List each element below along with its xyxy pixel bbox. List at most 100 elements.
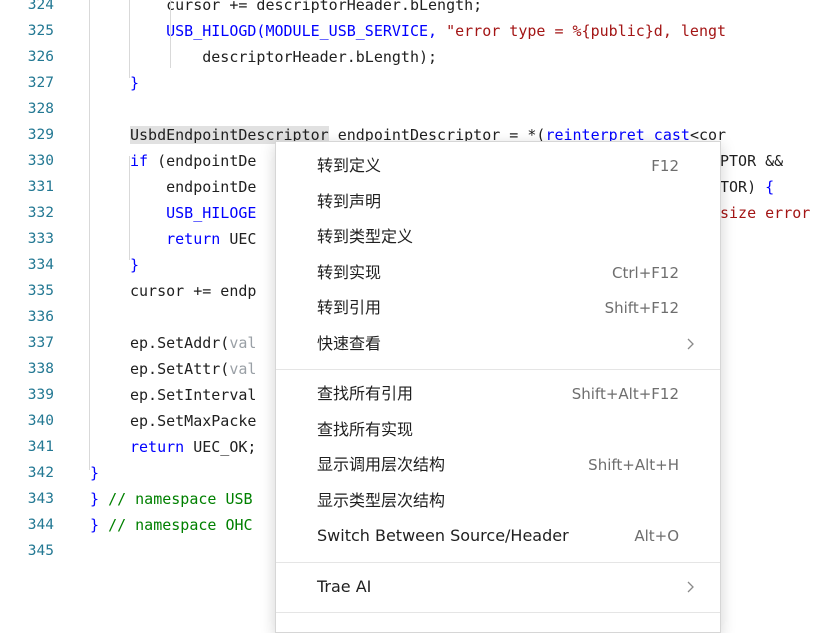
code-text: ep.SetMaxPacke [130, 408, 256, 434]
code-token: ep.SetAddr( [130, 334, 230, 352]
line-number: 344 [27, 517, 54, 533]
code-text: ep.SetAddr(val [130, 330, 256, 356]
code-token: return [130, 438, 185, 456]
context-menu: 转到定义 F12 转到声明转到类型定义 转到实现 Ctrl+F12 转到引用 Shift+F… [275, 141, 721, 633]
code-token: USB_HILOGE [130, 204, 257, 222]
menu-item[interactable]: 转到实现 Ctrl+F12 [276, 256, 720, 290]
code-token: } [130, 74, 140, 92]
line-number: 340 [27, 413, 54, 429]
code-token: cursor += endp [130, 282, 257, 300]
menu-item-shortcut: Alt+O [634, 527, 679, 545]
menu-item[interactable]: 显示类型层次结构 [276, 484, 720, 518]
menu-item[interactable]: 查找所有实现 [276, 413, 720, 447]
code-token: endpointDe [130, 178, 257, 196]
code-token: UEC [220, 230, 257, 248]
code-text: cursor += endp [130, 278, 256, 304]
menu-item-shortcut: Shift+Alt+F12 [571, 385, 679, 403]
menu-item-label: Trae AI [317, 576, 372, 596]
line-number: 328 [27, 101, 54, 117]
menu-item[interactable]: 转到定义 F12 [276, 149, 720, 183]
code-line[interactable]: 327} [0, 70, 820, 96]
code-token: "error type = %{public}d, lengt [446, 22, 727, 40]
line-number: 334 [27, 257, 54, 273]
code-token: } [90, 464, 100, 482]
code-token: val [229, 360, 257, 378]
code-text: USB_HILOGE [130, 200, 256, 226]
menu-separator [276, 561, 720, 563]
menu-item[interactable]: 转到声明 [276, 185, 720, 219]
code-token: return [166, 230, 221, 248]
code-token: TOR) [720, 178, 766, 196]
menu-item-label: 转到类型定义 [317, 227, 414, 246]
menu-item[interactable]: 快速查看 [276, 327, 720, 361]
chevron-right-icon [687, 581, 694, 592]
indent-guide [129, 0, 130, 78]
line-number: 324 [27, 0, 54, 13]
menu-separator [276, 612, 720, 613]
code-token: PTOR && [720, 152, 784, 170]
menu-item-shortcut: Shift+F12 [604, 299, 679, 317]
code-text: if (endpointDe [130, 148, 256, 174]
line-number: 330 [27, 153, 54, 169]
code-text: descriptorHeader.bLength); [130, 44, 437, 70]
code-text: endpointDe [130, 174, 256, 200]
menu-item[interactable]: Switch Between Source/Header Alt+O [276, 519, 720, 553]
menu-item-label: 转到定义 [317, 156, 382, 175]
line-number: 327 [27, 75, 54, 91]
code-line[interactable]: 326 descriptorHeader.bLength); [0, 44, 820, 70]
code-token: descriptorHeader.bLength); [130, 48, 438, 66]
code-line[interactable]: 324 cursor += descriptorHeader.bLength; [0, 0, 820, 18]
code-text: return UEC [130, 226, 256, 252]
code-token: if [130, 152, 149, 170]
line-number: 336 [27, 309, 54, 325]
menu-item[interactable]: 转到引用 Shift+F12 [276, 291, 720, 325]
menu-item-shortcut: F12 [651, 157, 679, 175]
code-text: USB_HILOGD(MODULE_USB_SERVICE, "error ty… [130, 18, 726, 44]
code-line[interactable]: 328 [0, 96, 820, 122]
menu-item-label: 转到实现 [317, 262, 382, 282]
code-text: return UEC_OK; [130, 434, 256, 460]
code-token: ep.SetInterval [130, 386, 257, 404]
code-text: ep.SetInterval [130, 382, 256, 408]
code-text: } // namespace USB [90, 486, 253, 512]
menu-item-shortcut: Ctrl+F12 [612, 263, 679, 282]
indent-guide [170, 0, 171, 68]
indent-guide [89, 0, 90, 470]
code-token: USB_HILOGD(MODULE_USB_SERVICE, [130, 22, 447, 40]
line-number: 343 [27, 491, 54, 507]
code-token: } [130, 256, 140, 274]
code-token: // namespace USB [108, 490, 253, 508]
code-line[interactable]: 325 USB_HILOGD(MODULE_USB_SERVICE, "erro… [0, 18, 820, 44]
code-token: val [229, 334, 257, 352]
menu-item-label: 显示调用层次结构 [317, 455, 446, 474]
menu-item[interactable]: 转到类型定义 [276, 220, 720, 254]
menu-item[interactable]: Trae AI [276, 570, 720, 604]
menu-item-label: 查找所有实现 [317, 419, 414, 439]
line-number: 345 [27, 543, 54, 559]
line-number: 335 [27, 283, 54, 299]
code-token: // namespace OHC [108, 516, 253, 534]
line-number: 325 [27, 23, 54, 39]
menu-item-label: 快速查看 [317, 333, 382, 353]
code-token: ep.SetAttr( [130, 360, 230, 378]
line-number: 333 [27, 231, 54, 247]
code-token: } [90, 490, 109, 508]
code-text: } [130, 252, 139, 278]
code-token: } [90, 516, 109, 534]
chevron-right-icon [687, 338, 694, 349]
menu-separator [276, 369, 720, 370]
line-number: 342 [27, 465, 54, 481]
menu-item-label: 显示类型层次结构 [317, 490, 446, 510]
menu-item-label: 查找所有引用 [317, 384, 414, 403]
menu-item-shortcut: Shift+Alt+H [588, 456, 679, 474]
code-token: { [765, 178, 775, 196]
menu-item[interactable]: 显示调用层次结构 Shift+Alt+H [276, 448, 720, 482]
code-text-fragment: TOR) { [720, 174, 774, 200]
menu-item-label: 转到声明 [317, 191, 382, 211]
code-token: (endpointDe [148, 152, 257, 170]
code-text: } [90, 460, 99, 486]
menu-item[interactable]: 查找所有引用 Shift+Alt+F12 [276, 377, 720, 411]
line-number: 338 [27, 361, 54, 377]
line-number: 337 [27, 335, 54, 351]
